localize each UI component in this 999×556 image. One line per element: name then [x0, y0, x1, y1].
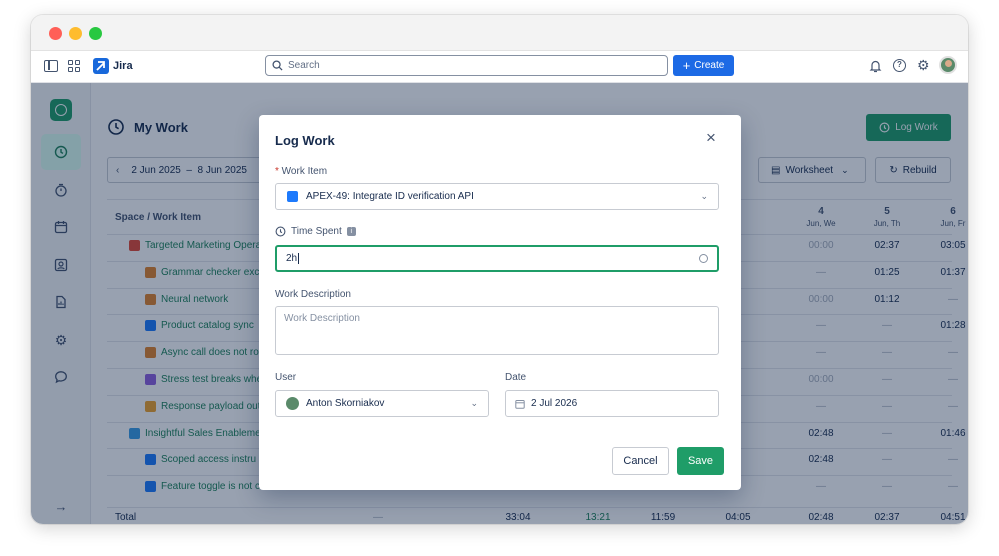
- help-icon[interactable]: ?: [893, 59, 906, 72]
- time-spent-label: Time Spent i: [275, 226, 356, 237]
- plus-icon: +: [682, 57, 691, 73]
- notifications-icon[interactable]: [869, 59, 882, 78]
- dialog-title: Log Work: [275, 133, 335, 148]
- user-avatar-icon: [286, 397, 299, 410]
- date-label: Date: [505, 372, 527, 383]
- time-spent-value: 2h: [286, 253, 298, 264]
- settings-gear-icon[interactable]: ⚙: [917, 58, 930, 72]
- description-textarea[interactable]: Work Description: [275, 306, 719, 355]
- clear-clock-icon[interactable]: [699, 254, 708, 263]
- app-switcher-icon[interactable]: [68, 60, 80, 72]
- cancel-button[interactable]: Cancel: [612, 447, 669, 475]
- text-cursor: [298, 253, 300, 264]
- minimize-window-button[interactable]: [69, 27, 82, 40]
- close-window-button[interactable]: [49, 27, 62, 40]
- time-spent-input[interactable]: 2h: [275, 245, 719, 272]
- work-item-type-icon: [287, 191, 298, 202]
- user-select[interactable]: Anton Skorniakov ⌄: [275, 390, 489, 417]
- app-name[interactable]: Jira: [113, 60, 133, 72]
- user-label: User: [275, 372, 297, 383]
- create-button[interactable]: + Create: [673, 55, 734, 76]
- work-item-label: * Work Item: [275, 166, 328, 177]
- date-value: 2 Jul 2026: [531, 398, 578, 409]
- user-value: Anton Skorniakov: [306, 398, 385, 409]
- close-dialog-icon[interactable]: ×: [706, 129, 716, 146]
- create-button-label: Create: [694, 60, 725, 71]
- search-icon: [272, 60, 283, 71]
- search-input[interactable]: Search: [265, 55, 668, 76]
- chevron-down-icon: ⌄: [470, 398, 478, 408]
- date-input[interactable]: 2 Jul 2026: [505, 390, 719, 417]
- sidebar-toggle-icon[interactable]: [44, 60, 58, 72]
- window-titlebar: [31, 15, 968, 51]
- app-window: Jira Search + Create ? ⚙ ⚙ → My Work Log…: [31, 15, 968, 524]
- log-work-dialog: Log Work × * Work Item APEX-49: Integrat…: [259, 115, 741, 490]
- work-item-select[interactable]: APEX-49: Integrate ID verification API ⌄: [275, 183, 719, 210]
- work-item-value: APEX-49: Integrate ID verification API: [306, 191, 474, 202]
- time-clock-icon: [275, 226, 286, 237]
- info-icon[interactable]: i: [346, 227, 356, 236]
- user-avatar[interactable]: [939, 56, 957, 74]
- jira-logo-icon[interactable]: [93, 58, 109, 74]
- save-button[interactable]: Save: [677, 447, 724, 475]
- top-navigation: Jira Search + Create ? ⚙: [31, 51, 968, 83]
- description-label: Work Description: [275, 289, 351, 300]
- calendar-icon: [515, 399, 525, 409]
- maximize-window-button[interactable]: [89, 27, 102, 40]
- chevron-down-icon: ⌄: [700, 191, 708, 201]
- search-placeholder: Search: [288, 60, 320, 71]
- description-placeholder: Work Description: [284, 313, 360, 324]
